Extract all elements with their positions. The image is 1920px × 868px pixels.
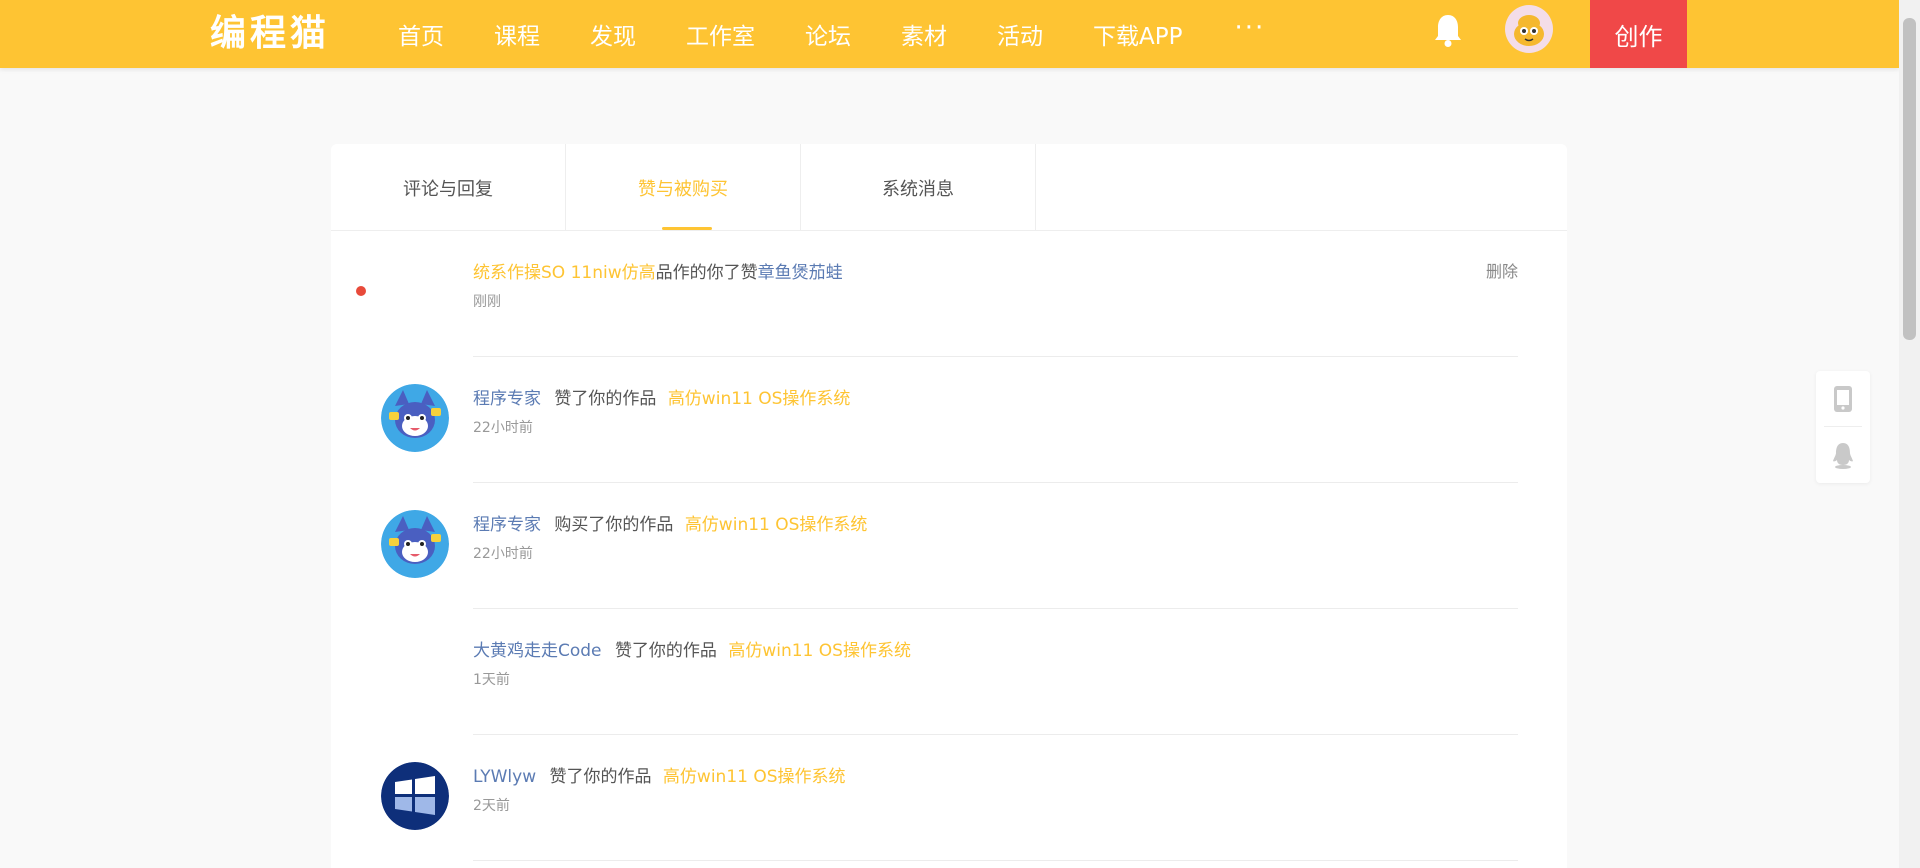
message-time: 22小时前: [473, 420, 533, 436]
user-link[interactable]: 章鱼煲茄蛙: [758, 263, 843, 283]
work-link[interactable]: 高仿win11 OS操作系统: [668, 389, 851, 409]
notification-bell-icon[interactable]: [1432, 12, 1464, 48]
user-link[interactable]: 大黄鸡走走Code: [473, 641, 602, 661]
mobile-phone-icon[interactable]: [1831, 385, 1855, 413]
qq-penguin-icon[interactable]: [1831, 441, 1855, 469]
nav-home[interactable]: 首页: [398, 17, 444, 51]
windows-logo-icon: [381, 762, 449, 830]
scrollbar-thumb[interactable]: [1903, 18, 1916, 340]
message-action: 品作的你了赞: [655, 263, 758, 283]
create-button[interactable]: 创作: [1590, 0, 1687, 68]
nav-studio[interactable]: 工作室: [686, 17, 755, 51]
work-link[interactable]: 高仿win11 OS操作系统: [685, 515, 868, 535]
message-action: 赞了你的作品: [549, 767, 652, 787]
tab-comments-replies[interactable]: 评论与回复: [331, 144, 566, 231]
message-time: 1天前: [473, 672, 510, 688]
avatar[interactable]: [381, 384, 449, 452]
list-item: 大黄鸡走走Code 赞了你的作品 高仿win11 OS操作系统 1天前: [331, 609, 1567, 735]
nav-assets[interactable]: 素材: [901, 17, 947, 51]
work-link[interactable]: 高仿win11 OS操作系统: [728, 641, 911, 661]
cartoon-cat-icon: [381, 510, 449, 578]
nav-courses[interactable]: 课程: [494, 17, 540, 51]
message-text: 程序专家 赞了你的作品 高仿win11 OS操作系统: [473, 384, 850, 409]
list-item: 程序专家 购买了你的作品 高仿win11 OS操作系统 22小时前: [331, 483, 1567, 609]
message-action: 赞了你的作品: [554, 389, 657, 409]
message-action: 购买了你的作品: [554, 515, 674, 535]
message-time: 刚刚: [473, 294, 501, 310]
nav-forum[interactable]: 论坛: [805, 17, 851, 51]
nav-events[interactable]: 活动: [997, 17, 1043, 51]
message-time: 22小时前: [473, 546, 533, 562]
message-text: 大黄鸡走走Code 赞了你的作品 高仿win11 OS操作系统: [473, 636, 911, 661]
user-avatar[interactable]: [1505, 5, 1553, 53]
avatar[interactable]: [381, 762, 449, 830]
page-scrollbar[interactable]: [1899, 0, 1920, 868]
list-item: 程序专家 赞了你的作品 高仿win11 OS操作系统 22小时前: [331, 357, 1567, 483]
site-logo[interactable]: 编程猫: [210, 8, 330, 60]
tab-system-messages[interactable]: 系统消息: [801, 144, 1036, 231]
message-time: 2天前: [473, 798, 510, 814]
cartoon-cat-icon: [381, 384, 449, 452]
user-link[interactable]: LYWlyw: [473, 767, 536, 787]
tab-likes-purchases[interactable]: 赞与被购买: [566, 144, 801, 231]
work-link[interactable]: 统系作操SO 11niw仿高: [473, 263, 656, 283]
message-card: 评论与回复 赞与被购买 系统消息 统系作操SO 11niw仿高品作的你了赞章鱼煲…: [331, 144, 1567, 868]
list-item: LYWlyw 赞了你的作品 高仿win11 OS操作系统 2天前: [331, 735, 1567, 861]
divider: [473, 860, 1518, 861]
user-link[interactable]: 程序专家: [473, 515, 541, 535]
message-tabs: 评论与回复 赞与被购买 系统消息: [331, 144, 1567, 231]
message-action: 赞了你的作品: [614, 641, 717, 661]
user-avatar-icon: [1514, 15, 1544, 46]
main-nav: 首页 课程 发现 工作室 论坛 素材 活动 下载APP ···: [398, 0, 1265, 68]
avatar[interactable]: [381, 510, 449, 578]
list-item: 统系作操SO 11niw仿高品作的你了赞章鱼煲茄蛙 刚刚 删除: [331, 231, 1567, 357]
top-navbar: 编程猫 首页 课程 发现 工作室 论坛 素材 活动 下载APP ··· 创作: [0, 0, 1899, 68]
user-link[interactable]: 程序专家: [473, 389, 541, 409]
delete-button[interactable]: 删除: [1486, 258, 1518, 282]
message-list: 统系作操SO 11niw仿高品作的你了赞章鱼煲茄蛙 刚刚 删除 程序专家 赞了你…: [331, 231, 1567, 861]
nav-discover[interactable]: 发现: [590, 17, 636, 51]
side-panel-divider: [1824, 426, 1862, 427]
message-text: LYWlyw 赞了你的作品 高仿win11 OS操作系统: [473, 762, 846, 787]
unread-dot: [356, 286, 366, 296]
message-text: 程序专家 购买了你的作品 高仿win11 OS操作系统: [473, 510, 867, 535]
work-link[interactable]: 高仿win11 OS操作系统: [663, 767, 846, 787]
nav-more-icon[interactable]: ···: [1234, 13, 1265, 43]
nav-download-app[interactable]: 下载APP: [1093, 17, 1182, 51]
message-text: 统系作操SO 11niw仿高品作的你了赞章鱼煲茄蛙: [473, 258, 843, 283]
side-floating-panel: [1816, 371, 1870, 483]
